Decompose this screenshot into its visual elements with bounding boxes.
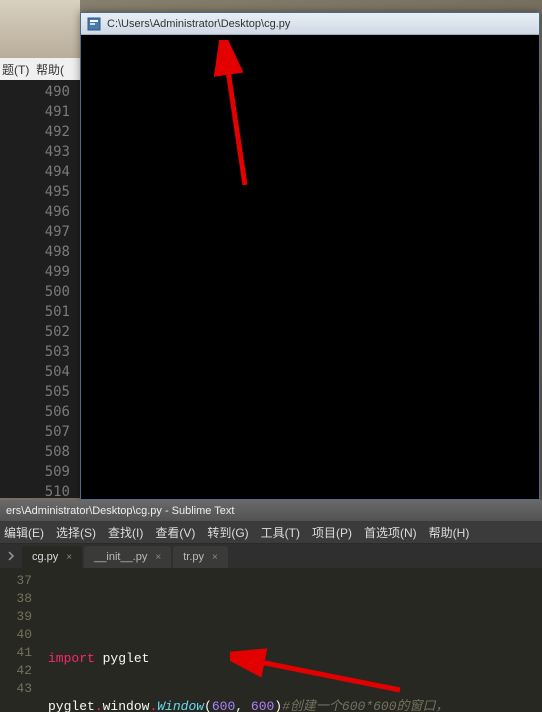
menu-help[interactable]: 帮助(H)	[429, 524, 470, 541]
line-number: 38	[0, 590, 32, 608]
line-number: 43	[0, 680, 32, 698]
line-number: 503	[0, 342, 80, 362]
tab-label: tr.py	[183, 551, 204, 563]
line-number: 508	[0, 442, 80, 462]
line-number: 497	[0, 222, 80, 242]
tab-__init__-py[interactable]: __init__.py ×	[84, 546, 171, 568]
line-number: 40	[0, 626, 32, 644]
pyglet-titlebar[interactable]: C:\Users\Administrator\Desktop\cg.py	[81, 13, 539, 35]
sublime-tabbar: cg.py × __init__.py × tr.py ×	[0, 544, 542, 568]
sublime-window: ers\Administrator\Desktop\cg.py - Sublim…	[0, 500, 542, 712]
line-number: 504	[0, 362, 80, 382]
close-icon[interactable]: ×	[66, 552, 72, 563]
menu-edit[interactable]: 编辑(E)	[4, 524, 44, 541]
sublime-code-area[interactable]: import pyglet pyglet.window.Window(600, …	[40, 568, 542, 712]
app-icon	[87, 17, 101, 31]
line-number: 494	[0, 162, 80, 182]
line-number: 509	[0, 462, 80, 482]
pyglet-window[interactable]: C:\Users\Administrator\Desktop\cg.py	[80, 12, 540, 500]
line-number: 493	[0, 142, 80, 162]
line-number: 37	[0, 572, 32, 590]
line-number: 42	[0, 662, 32, 680]
menu-find[interactable]: 查找(I)	[108, 524, 143, 541]
line-number: 507	[0, 422, 80, 442]
line-number: 498	[0, 242, 80, 262]
sublime-editor[interactable]: 37383940414243 import pyglet pyglet.wind…	[0, 568, 542, 712]
menu-help-fragment[interactable]: 帮助(	[36, 61, 64, 78]
pyglet-canvas[interactable]	[81, 35, 539, 499]
close-icon[interactable]: ×	[212, 552, 218, 563]
line-number: 492	[0, 122, 80, 142]
sublime-titlebar[interactable]: ers\Administrator\Desktop\cg.py - Sublim…	[0, 500, 542, 522]
line-number: 41	[0, 644, 32, 662]
line-number: 496	[0, 202, 80, 222]
line-number: 500	[0, 282, 80, 302]
line-number: 39	[0, 608, 32, 626]
menu-tools[interactable]: 工具(T)	[261, 524, 300, 541]
code-line-39: pyglet.window.Window(600, 600)#创建一个600*6…	[48, 698, 542, 712]
tab-label: __init__.py	[94, 551, 147, 563]
sublime-title-text: ers\Administrator\Desktop\cg.py - Sublim…	[6, 505, 234, 517]
code-line-38: import pyglet	[48, 650, 542, 668]
left-editor-gutter: 4904914924934944954964974984995005015025…	[0, 80, 80, 498]
line-number: 499	[0, 262, 80, 282]
background-patch	[0, 0, 80, 60]
menu-project[interactable]: 项目(P)	[312, 524, 352, 541]
sublime-menubar: 编辑(E) 选择(S) 查找(I) 查看(V) 转到(G) 工具(T) 项目(P…	[0, 522, 542, 544]
line-number: 510	[0, 482, 80, 502]
pyglet-title-text: C:\Users\Administrator\Desktop\cg.py	[107, 18, 290, 30]
menu-prefs[interactable]: 首选项(N)	[364, 524, 417, 541]
line-number: 501	[0, 302, 80, 322]
tab-label: cg.py	[32, 551, 58, 563]
line-number: 491	[0, 102, 80, 122]
menu-select[interactable]: 选择(S)	[56, 524, 96, 541]
line-number: 490	[0, 82, 80, 102]
sublime-gutter: 37383940414243	[0, 568, 40, 712]
line-number: 505	[0, 382, 80, 402]
tab-cg-py[interactable]: cg.py ×	[22, 546, 82, 568]
menu-view[interactable]: 查看(V)	[155, 524, 195, 541]
line-number: 502	[0, 322, 80, 342]
left-app-menubar-fragment: 题(T) 帮助(	[0, 58, 80, 80]
tab-tr-py[interactable]: tr.py ×	[173, 546, 228, 568]
tab-overflow-left-icon[interactable]	[0, 544, 22, 568]
code-line-37	[48, 602, 542, 620]
line-number: 495	[0, 182, 80, 202]
menu-goto[interactable]: 转到(G)	[207, 524, 248, 541]
menu-theme-fragment[interactable]: 题(T)	[2, 61, 29, 78]
close-icon[interactable]: ×	[155, 552, 161, 563]
line-number: 506	[0, 402, 80, 422]
